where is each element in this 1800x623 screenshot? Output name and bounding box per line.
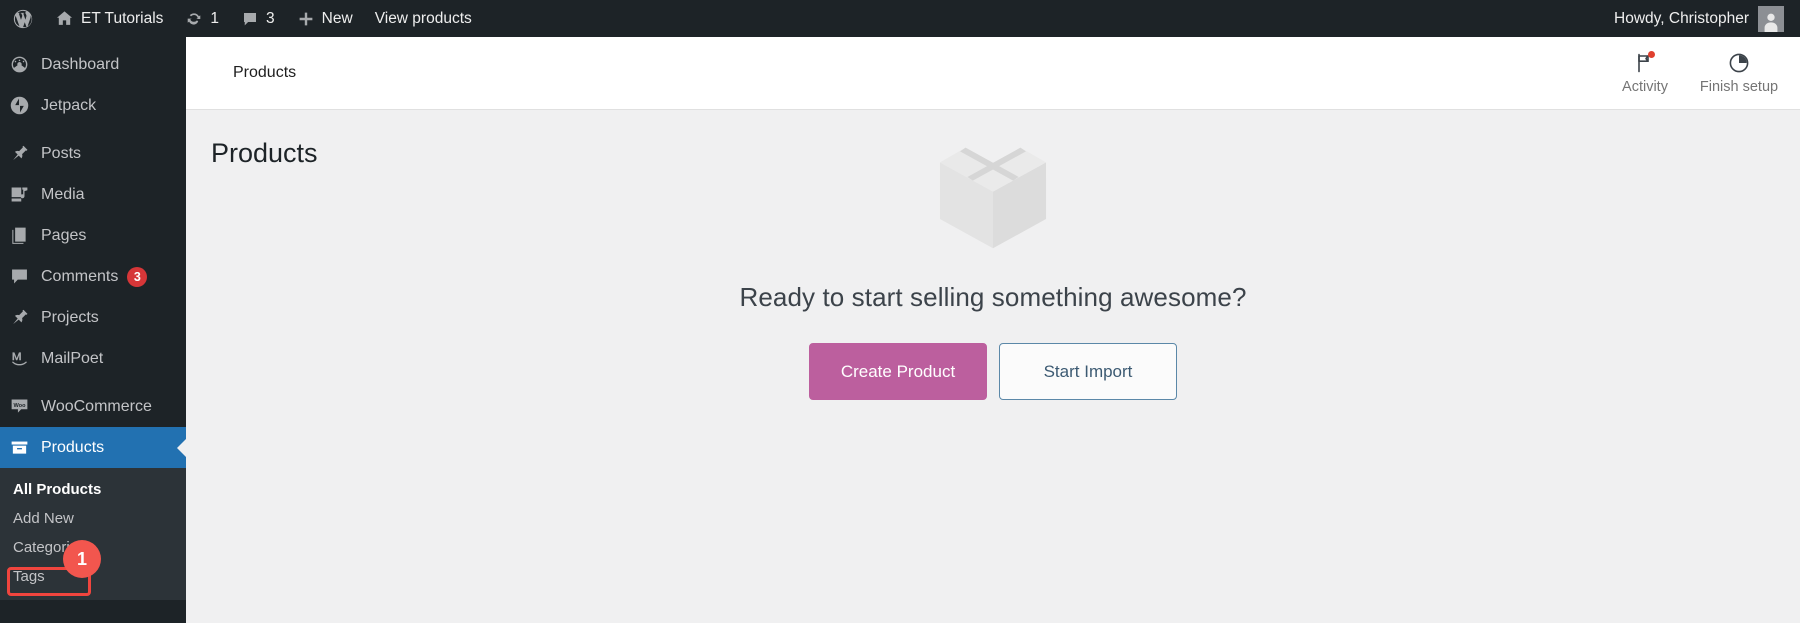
mailpoet-icon	[9, 348, 39, 369]
submenu-item-tags[interactable]: Tags	[0, 562, 186, 591]
comment-icon	[9, 266, 39, 287]
comments-count: 3	[266, 9, 275, 27]
site-name-label: ET Tutorials	[81, 9, 164, 27]
activity-label: Activity	[1622, 79, 1668, 95]
sidebar-item-label: Dashboard	[41, 55, 120, 73]
sidebar-item-label: Products	[41, 438, 105, 456]
products-submenu: All Products Add New Categories Tags	[0, 468, 186, 600]
pin-icon	[9, 143, 39, 164]
menu-separator-1	[0, 126, 186, 133]
products-box-icon	[9, 437, 39, 458]
submenu-item-categories[interactable]: Categories	[0, 533, 186, 562]
active-menu-arrow-icon	[177, 438, 186, 457]
empty-state-actions: Create Product Start Import	[809, 343, 1177, 400]
howdy-user-menu[interactable]: Howdy, Christopher	[1604, 5, 1794, 32]
site-name-button[interactable]: ET Tutorials	[44, 0, 174, 37]
sidebar-item-label: Comments	[41, 267, 119, 285]
sidebar-item-dashboard[interactable]: Dashboard	[0, 44, 186, 85]
menu-spacer-top	[0, 37, 186, 44]
activity-panel-button[interactable]: Activity	[1598, 37, 1692, 110]
sidebar-item-mailpoet[interactable]: MailPoet	[0, 338, 186, 379]
wp-admin-bar: ET Tutorials 1 3 New View products Howdy…	[0, 0, 1800, 37]
sidebar-item-label: Pages	[41, 226, 87, 244]
admin-sidebar-menu: Dashboard Jetpack Posts Media Pages Comm…	[0, 37, 186, 623]
media-icon	[9, 184, 39, 205]
jetpack-icon	[9, 95, 39, 116]
updates-button[interactable]: 1	[174, 0, 230, 37]
submenu-item-all-products[interactable]: All Products	[0, 475, 186, 504]
activity-notification-dot	[1648, 51, 1655, 58]
open-box-illustration	[929, 122, 1057, 252]
sidebar-item-label: Jetpack	[41, 96, 97, 114]
empty-state-heading: Ready to start selling something awesome…	[739, 282, 1247, 312]
home-icon	[55, 9, 74, 28]
sidebar-item-label: MailPoet	[41, 349, 104, 367]
finish-setup-button[interactable]: Finish setup	[1692, 37, 1786, 110]
sidebar-item-woocommerce[interactable]: Woo WooCommerce	[0, 386, 186, 427]
products-empty-state: Ready to start selling something awesome…	[186, 122, 1800, 400]
woocommerce-header-actions: Activity Finish setup	[1598, 37, 1800, 110]
view-products-label: View products	[374, 9, 472, 27]
main-content-area: Products Ready to start selling somethin…	[186, 110, 1800, 623]
view-products-button[interactable]: View products	[364, 0, 483, 37]
pin-icon	[9, 307, 39, 328]
sidebar-item-label: Media	[41, 185, 85, 203]
woocommerce-header: Products Activity Finish setup	[186, 37, 1800, 110]
sidebar-item-products[interactable]: Products	[0, 427, 186, 468]
sidebar-item-posts[interactable]: Posts	[0, 133, 186, 174]
sidebar-item-projects[interactable]: Projects	[0, 297, 186, 338]
admin-bar-left: ET Tutorials 1 3 New View products	[0, 0, 483, 37]
new-content-button[interactable]: New	[286, 0, 364, 37]
plus-icon	[297, 10, 315, 28]
updates-icon	[185, 10, 203, 28]
breadcrumb: Products	[233, 64, 297, 81]
woocommerce-icon: Woo	[9, 396, 39, 417]
sidebar-item-label: WooCommerce	[41, 397, 152, 415]
comments-badge: 3	[127, 266, 148, 287]
admin-bar-right: Howdy, Christopher	[1604, 0, 1800, 37]
submenu-item-add-new[interactable]: Add New	[0, 504, 186, 533]
new-content-label: New	[321, 9, 353, 27]
comments-button[interactable]: 3	[230, 0, 286, 37]
sidebar-item-label: Projects	[41, 308, 99, 326]
start-import-button[interactable]: Start Import	[999, 343, 1177, 400]
pie-progress-icon	[1727, 51, 1751, 75]
wordpress-logo-icon	[12, 8, 34, 30]
flag-icon	[1633, 51, 1657, 75]
comment-bubble-icon	[241, 10, 259, 28]
sidebar-item-comments[interactable]: Comments 3	[0, 256, 186, 297]
dashboard-icon	[9, 54, 39, 75]
create-product-button[interactable]: Create Product	[809, 343, 987, 400]
wordpress-logo-button[interactable]	[0, 0, 44, 37]
avatar	[1758, 5, 1784, 32]
howdy-label: Howdy, Christopher	[1614, 9, 1749, 27]
sidebar-item-pages[interactable]: Pages	[0, 215, 186, 256]
menu-separator-2	[0, 379, 186, 386]
sidebar-item-jetpack[interactable]: Jetpack	[0, 85, 186, 126]
pages-icon	[9, 225, 39, 246]
sidebar-item-label: Posts	[41, 144, 82, 162]
sidebar-item-media[interactable]: Media	[0, 174, 186, 215]
updates-count: 1	[210, 9, 220, 27]
finish-setup-label: Finish setup	[1699, 79, 1779, 95]
svg-text:Woo: Woo	[13, 403, 26, 409]
